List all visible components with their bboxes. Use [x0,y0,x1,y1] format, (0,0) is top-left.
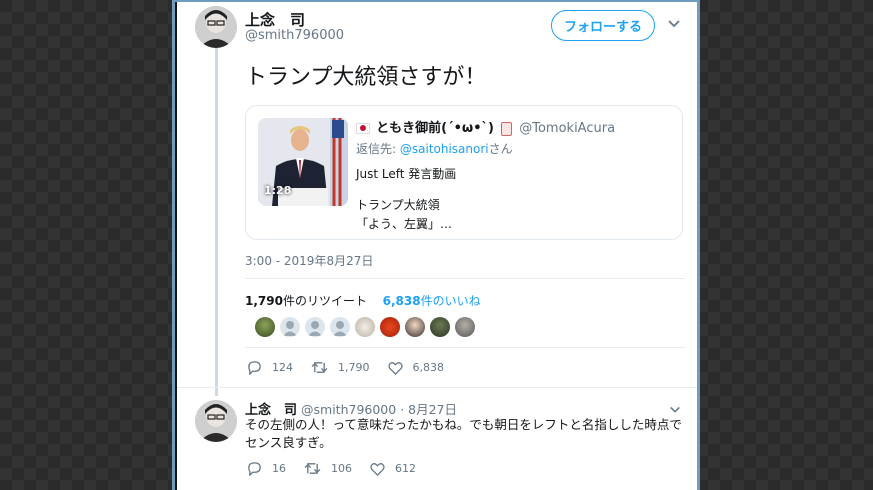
author-avatar[interactable] [195,6,237,48]
tweet-actions: 124 1,790 6,838 [247,360,462,375]
reply-to-handle[interactable]: @saitohisanori [400,142,489,156]
like-action[interactable]: 612 [370,462,416,476]
engagement-stats: 1,790件のリツイート 6,838件のいいね [245,292,481,309]
divider [245,347,685,348]
liker-avatars [255,317,480,337]
retweet-icon [311,362,328,373]
author-name[interactable]: 上念 司 [245,9,305,30]
quoted-tweet[interactable]: 1:28 ともき御前(ˊ•ω•ˋ) @TomokiAcura 返信先: @sai… [245,105,683,240]
liker-avatar[interactable] [330,317,350,337]
emoji-icon [501,121,513,136]
reply-icon [248,361,261,375]
thread-line [215,48,218,396]
liker-avatar[interactable] [255,317,275,337]
liker-avatar[interactable] [305,317,325,337]
like-action[interactable]: 6,838 [387,361,444,375]
reply-prefix: 返信先: [356,142,397,156]
reply-author-handle[interactable]: @smith796000 [301,402,396,417]
chevron-down-icon[interactable] [667,16,681,35]
quote-text-line2: トランプ大統領 [356,198,440,212]
liker-avatar[interactable] [455,317,475,337]
reply-icon [248,462,261,476]
reply-author-avatar[interactable] [195,400,237,442]
reply-action[interactable]: 16 [247,461,286,476]
author-handle[interactable]: @smith796000 [245,28,344,43]
tweet-card: 上念 司 @smith796000 フォローする トランプ大統領さすが！ 1:2… [177,2,697,490]
retweet-action[interactable]: 106 [304,461,352,476]
reply-actions: 16 106 612 [247,461,434,476]
reply-text: その左側の人！って意味だったかもね。でも朝日をレフトと名指しした時点でセンス良す… [245,417,682,450]
video-thumbnail[interactable]: 1:28 [258,118,348,206]
retweet-stat[interactable]: 1,790件のリツイート [245,294,367,308]
like-icon [370,462,385,476]
tweet-text: トランプ大統領さすが！ [245,65,487,90]
divider [177,387,697,388]
follow-button[interactable]: フォローする [551,10,655,41]
liker-avatar[interactable] [405,317,425,337]
liker-avatar[interactable] [430,317,450,337]
like-icon [387,361,403,375]
like-stat[interactable]: 6,838件のいいね [383,294,481,308]
quote-author-name[interactable]: ともき御前(ˊ•ω•ˋ) [376,121,494,136]
quote-text-line1: Just Left 発言動画 [356,167,457,181]
reply-action[interactable]: 124 [247,360,293,375]
reply-date[interactable]: · 8月27日 [400,402,457,417]
liker-avatar[interactable] [380,317,400,337]
retweet-action[interactable]: 1,790 [311,360,370,375]
quote-author-handle[interactable]: @TomokiAcura [519,121,615,136]
tweet-timestamp[interactable]: 3:00 - 2019年8月27日 [245,252,373,269]
retweet-icon [304,463,321,474]
liker-avatar[interactable] [355,317,375,337]
quote-text-line3: 「よう、左翼」… [356,217,453,231]
video-duration: 1:28 [264,184,292,197]
divider [245,278,685,279]
reply-suffix: さん [488,142,513,156]
liker-avatar[interactable] [280,317,300,337]
flag-icon [356,123,370,134]
